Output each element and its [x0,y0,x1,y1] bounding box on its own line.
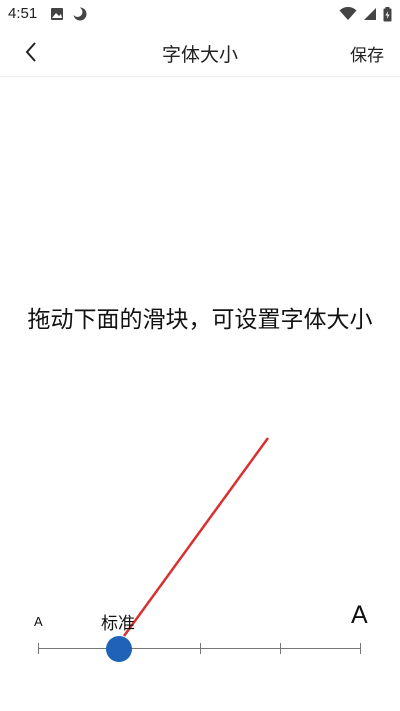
status-left-icons [50,5,88,23]
pointer-annotation-line [122,437,270,637]
slider-tick[interactable] [360,643,361,654]
moon-icon [72,7,87,21]
standard-font-label: 标准 [101,614,135,634]
preview-instruction-text: 拖动下面的滑块，可设置字体大小 [27,307,373,333]
slider-thumb[interactable] [105,636,132,662]
slider-tick[interactable] [280,643,281,654]
image-icon [51,8,63,20]
wifi-icon [339,7,357,20]
app-bar: 字体大小 保存 [0,28,400,77]
signal-icon [364,8,376,20]
small-font-label: A [34,614,43,629]
battery-icon [383,6,392,21]
page-title: 字体大小 [161,44,238,66]
save-button[interactable]: 保存 [350,41,384,66]
slider-tick[interactable] [38,643,39,654]
large-font-label: A [351,601,368,629]
status-right-icons [339,5,392,23]
status-time: 4:51 [8,5,38,22]
pointer-line [122,437,270,637]
status-bar: 4:51 [0,0,400,28]
slider-tick[interactable] [200,643,201,654]
